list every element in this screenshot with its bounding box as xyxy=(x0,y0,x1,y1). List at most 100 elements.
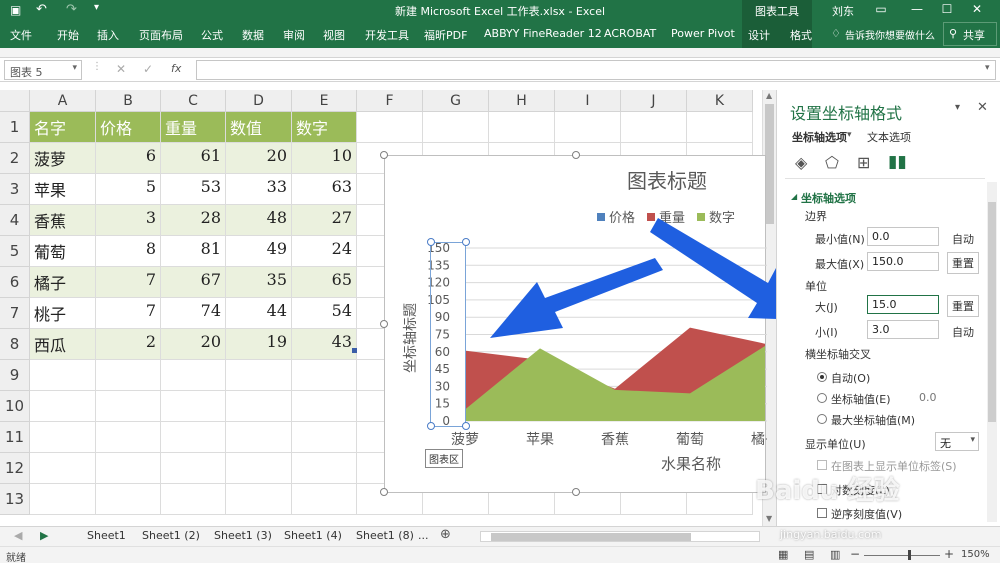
row-header[interactable]: 4 xyxy=(0,205,30,236)
name-box[interactable]: 图表 5 ▾ xyxy=(4,60,82,80)
empty-cell[interactable] xyxy=(96,453,161,484)
column-header[interactable]: F xyxy=(357,90,423,112)
minimize-icon[interactable]: — xyxy=(902,2,932,16)
table-cell[interactable]: 10 xyxy=(292,143,357,174)
zoom-slider-thumb[interactable] xyxy=(908,550,911,560)
column-header[interactable]: K xyxy=(687,90,753,112)
panel-scroll-thumb[interactable] xyxy=(988,202,996,422)
y-axis-handle[interactable] xyxy=(427,422,435,430)
cross-auto-radio[interactable] xyxy=(817,372,827,382)
qat-customize-icon[interactable]: ▾ xyxy=(94,2,99,13)
empty-cell[interactable] xyxy=(687,112,753,143)
table-cell[interactable]: 香蕉 xyxy=(30,205,96,236)
sheet-tab[interactable]: Sheet1 (2) xyxy=(142,529,200,542)
empty-cell[interactable] xyxy=(30,360,96,391)
empty-cell[interactable] xyxy=(423,112,489,143)
table-cell[interactable]: 20 xyxy=(226,143,292,174)
minor-unit-input[interactable]: 3.0 xyxy=(867,320,939,339)
table-cell[interactable]: 33 xyxy=(226,174,292,205)
row-header[interactable]: 13 xyxy=(0,484,30,515)
legend-label[interactable]: 数字 xyxy=(709,211,735,226)
zoom-out-icon[interactable]: − xyxy=(850,547,860,561)
table-cell[interactable]: 20 xyxy=(161,329,226,360)
formula-input[interactable] xyxy=(196,60,996,80)
x-tick-label[interactable]: 橘子 xyxy=(751,432,779,448)
legend-label[interactable]: 重量 xyxy=(659,210,685,226)
y-axis-handle[interactable] xyxy=(427,238,435,246)
x-tick-label[interactable]: 葡萄 xyxy=(676,432,704,448)
empty-cell[interactable] xyxy=(96,360,161,391)
empty-cell[interactable] xyxy=(226,484,292,515)
legend-swatch[interactable] xyxy=(597,213,605,221)
y-axis-selection-box[interactable] xyxy=(430,242,466,427)
empty-cell[interactable] xyxy=(161,391,226,422)
save-icon[interactable]: ▣ xyxy=(10,3,21,17)
row-header[interactable]: 11 xyxy=(0,422,30,453)
table-cell[interactable]: 74 xyxy=(161,298,226,329)
row-header[interactable]: 5 xyxy=(0,236,30,267)
page-layout-view-icon[interactable]: ▤ xyxy=(804,548,814,561)
column-header[interactable]: A xyxy=(30,90,96,112)
column-header[interactable]: D xyxy=(226,90,292,112)
empty-cell[interactable] xyxy=(161,360,226,391)
table-cell[interactable]: 菠萝 xyxy=(30,143,96,174)
empty-cell[interactable] xyxy=(30,422,96,453)
table-cell[interactable]: 67 xyxy=(161,267,226,298)
cross-max-radio[interactable] xyxy=(817,414,827,424)
max-input[interactable]: 150.0 xyxy=(867,252,939,271)
chart-resize-handle[interactable] xyxy=(572,151,580,159)
table-cell[interactable]: 葡萄 xyxy=(30,236,96,267)
tab-text-options[interactable]: 文本选项 xyxy=(867,129,911,145)
zoom-level[interactable]: 150% xyxy=(961,549,990,560)
section-collapse-icon[interactable]: ◢ xyxy=(791,192,797,201)
normal-view-icon[interactable]: ▦ xyxy=(778,548,788,561)
sheet-tab[interactable]: Sheet1 xyxy=(87,529,126,542)
horizontal-scroll-thumb[interactable] xyxy=(491,533,691,541)
table-cell[interactable]: 5 xyxy=(96,174,161,205)
table-cell[interactable]: 61 xyxy=(161,143,226,174)
empty-cell[interactable] xyxy=(226,453,292,484)
table-cell[interactable]: 3 xyxy=(96,205,161,236)
min-auto-button[interactable]: 自动 xyxy=(952,231,974,247)
cross-value-input[interactable]: 0.0 xyxy=(919,391,937,404)
row-header[interactable]: 10 xyxy=(0,391,30,422)
table-cell[interactable]: 65 xyxy=(292,267,357,298)
legend-swatch[interactable] xyxy=(647,213,655,221)
tell-me-box[interactable]: 告诉我你想要做什么 xyxy=(845,27,935,42)
zoom-slider[interactable] xyxy=(864,555,940,556)
x-axis-title[interactable]: 水果名称 xyxy=(661,455,721,473)
redo-icon[interactable]: ↷ xyxy=(66,2,77,17)
share-button[interactable]: ⚲ 共享 xyxy=(943,22,997,46)
empty-cell[interactable] xyxy=(292,484,357,515)
tab-axis-options-dropdown-icon[interactable]: ▾ xyxy=(847,130,852,140)
table-cell[interactable]: 27 xyxy=(292,205,357,236)
name-box-dropdown-icon[interactable]: ▾ xyxy=(72,63,77,73)
axis-options-icon[interactable]: ▮▮ xyxy=(888,152,907,172)
table-header-cell[interactable]: 价格 xyxy=(96,112,161,143)
horizontal-scrollbar[interactable] xyxy=(480,531,760,542)
empty-cell[interactable] xyxy=(96,484,161,515)
tab-page-layout[interactable]: 页面布局 xyxy=(139,27,183,43)
chart-resize-handle[interactable] xyxy=(380,488,388,496)
tab-insert[interactable]: 插入 xyxy=(97,27,119,43)
add-sheet-icon[interactable]: ⊕ xyxy=(440,527,451,542)
empty-cell[interactable] xyxy=(96,422,161,453)
chart-resize-handle[interactable] xyxy=(380,320,388,328)
tab-review[interactable]: 审阅 xyxy=(283,27,305,43)
y-axis-handle[interactable] xyxy=(462,238,470,246)
tab-axis-options[interactable]: 坐标轴选项 xyxy=(792,129,847,145)
cross-auto-label[interactable]: 自动(O) xyxy=(831,370,870,386)
table-cell[interactable]: 桃子 xyxy=(30,298,96,329)
table-cell[interactable]: 43 xyxy=(292,329,357,360)
empty-cell[interactable] xyxy=(357,112,423,143)
table-cell[interactable]: 48 xyxy=(226,205,292,236)
show-units-checkbox[interactable] xyxy=(817,460,827,470)
tab-view[interactable]: 视图 xyxy=(323,27,345,43)
x-tick-label[interactable]: 苹果 xyxy=(526,432,554,448)
empty-cell[interactable] xyxy=(30,453,96,484)
sheet-tab[interactable]: Sheet1 (4) xyxy=(284,529,342,542)
sheet-scroll-right-icon[interactable]: ▶ xyxy=(40,529,48,542)
legend-label[interactable]: 价格 xyxy=(609,210,635,226)
select-all-corner[interactable] xyxy=(0,90,30,112)
table-cell[interactable]: 63 xyxy=(292,174,357,205)
